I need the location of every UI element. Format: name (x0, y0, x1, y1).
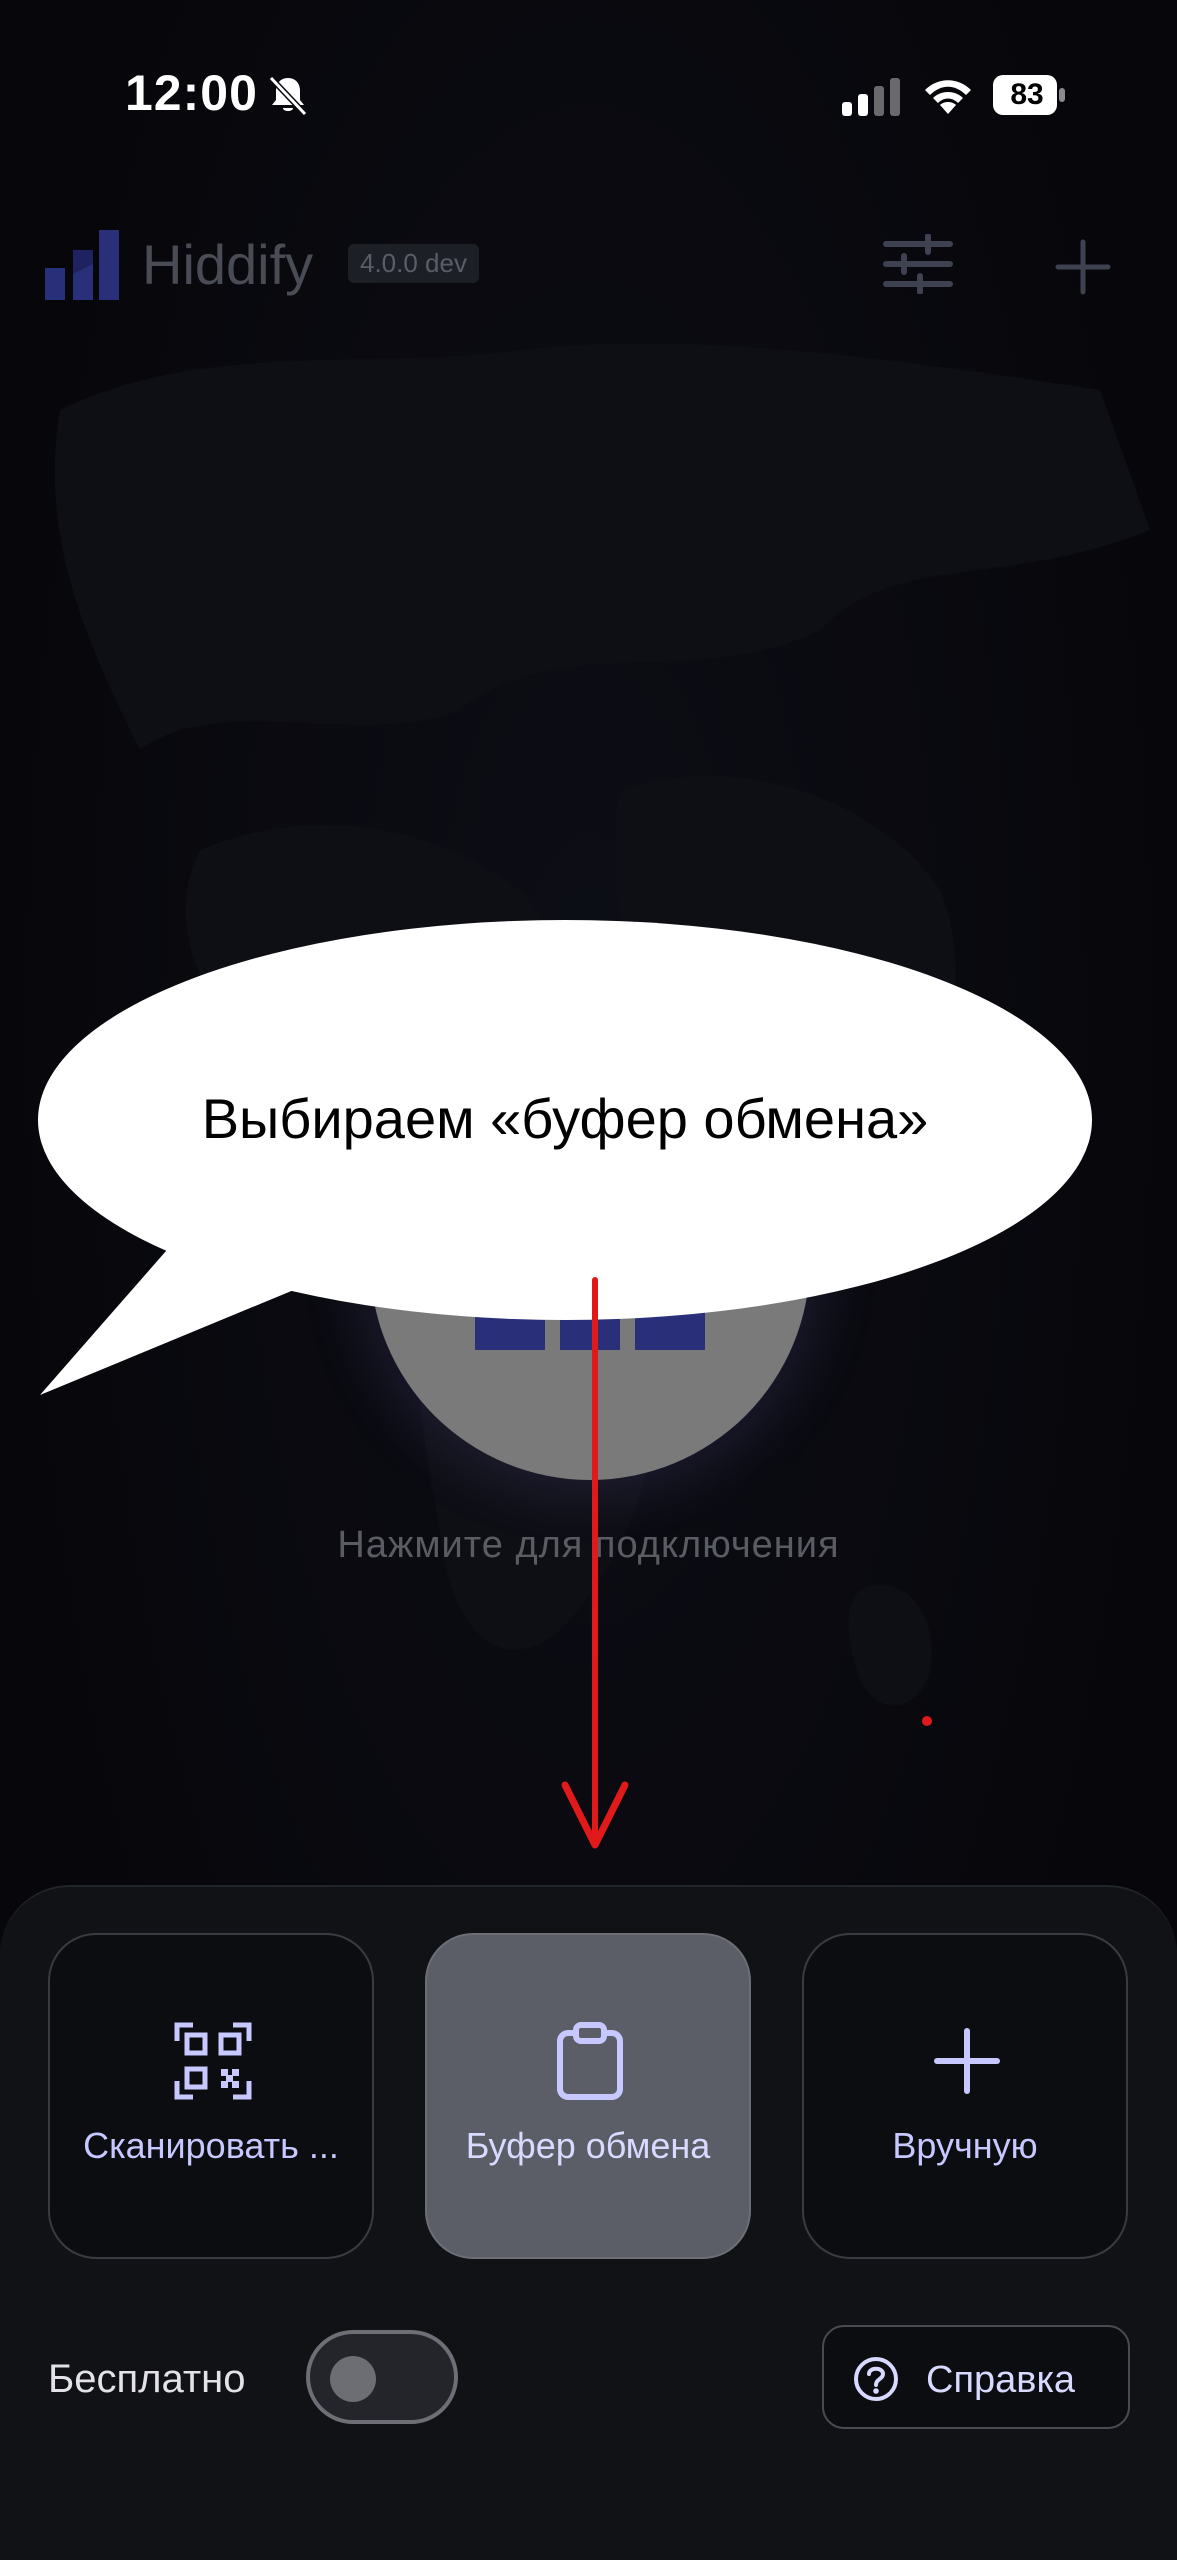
qr-scan-icon (174, 2022, 252, 2100)
annotation-text: Выбираем «буфер обмена» (201, 1087, 929, 1150)
status-time: 12:00 (125, 65, 258, 121)
plus-icon (934, 2028, 1000, 2094)
version-badge: 4.0.0 dev (348, 244, 479, 283)
manual-add-label: Вручную (892, 2125, 1038, 2166)
cellular-signal-icon (842, 78, 900, 116)
help-circle-icon (854, 2357, 898, 2401)
clipboard-button[interactable]: Буфер обмена (425, 1933, 751, 2259)
scan-qr-label: Сканировать ... (83, 2125, 339, 2166)
silent-bell-icon (268, 75, 308, 117)
free-toggle[interactable] (306, 2330, 458, 2424)
wifi-icon (925, 80, 971, 114)
red-dot (922, 1716, 932, 1726)
manual-add-button[interactable]: Вручную (802, 1933, 1128, 2259)
help-button[interactable]: Справка (822, 2325, 1130, 2429)
hiddify-logo-icon (45, 230, 119, 300)
battery-level: 83 (1010, 78, 1044, 111)
red-arrow-annotation (561, 1277, 629, 1849)
scan-qr-button[interactable]: Сканировать ... (48, 1933, 374, 2259)
screen: 12:00 83 Hiddify 4.0.0 dev Нажмите для п… (0, 0, 1177, 2560)
app-header: Hiddify 4.0.0 dev (0, 220, 1177, 310)
clipboard-icon (557, 2022, 623, 2100)
filter-settings-icon[interactable] (880, 234, 956, 294)
free-label: Бесплатно (48, 2357, 246, 2401)
help-label: Справка (926, 2359, 1076, 2401)
clipboard-label: Буфер обмена (465, 2125, 711, 2166)
toggle-knob (330, 2356, 376, 2402)
app-title: Hiddify (142, 233, 314, 296)
status-bar: 12:00 83 (0, 0, 1177, 190)
add-profile-icon[interactable] (1050, 234, 1116, 300)
